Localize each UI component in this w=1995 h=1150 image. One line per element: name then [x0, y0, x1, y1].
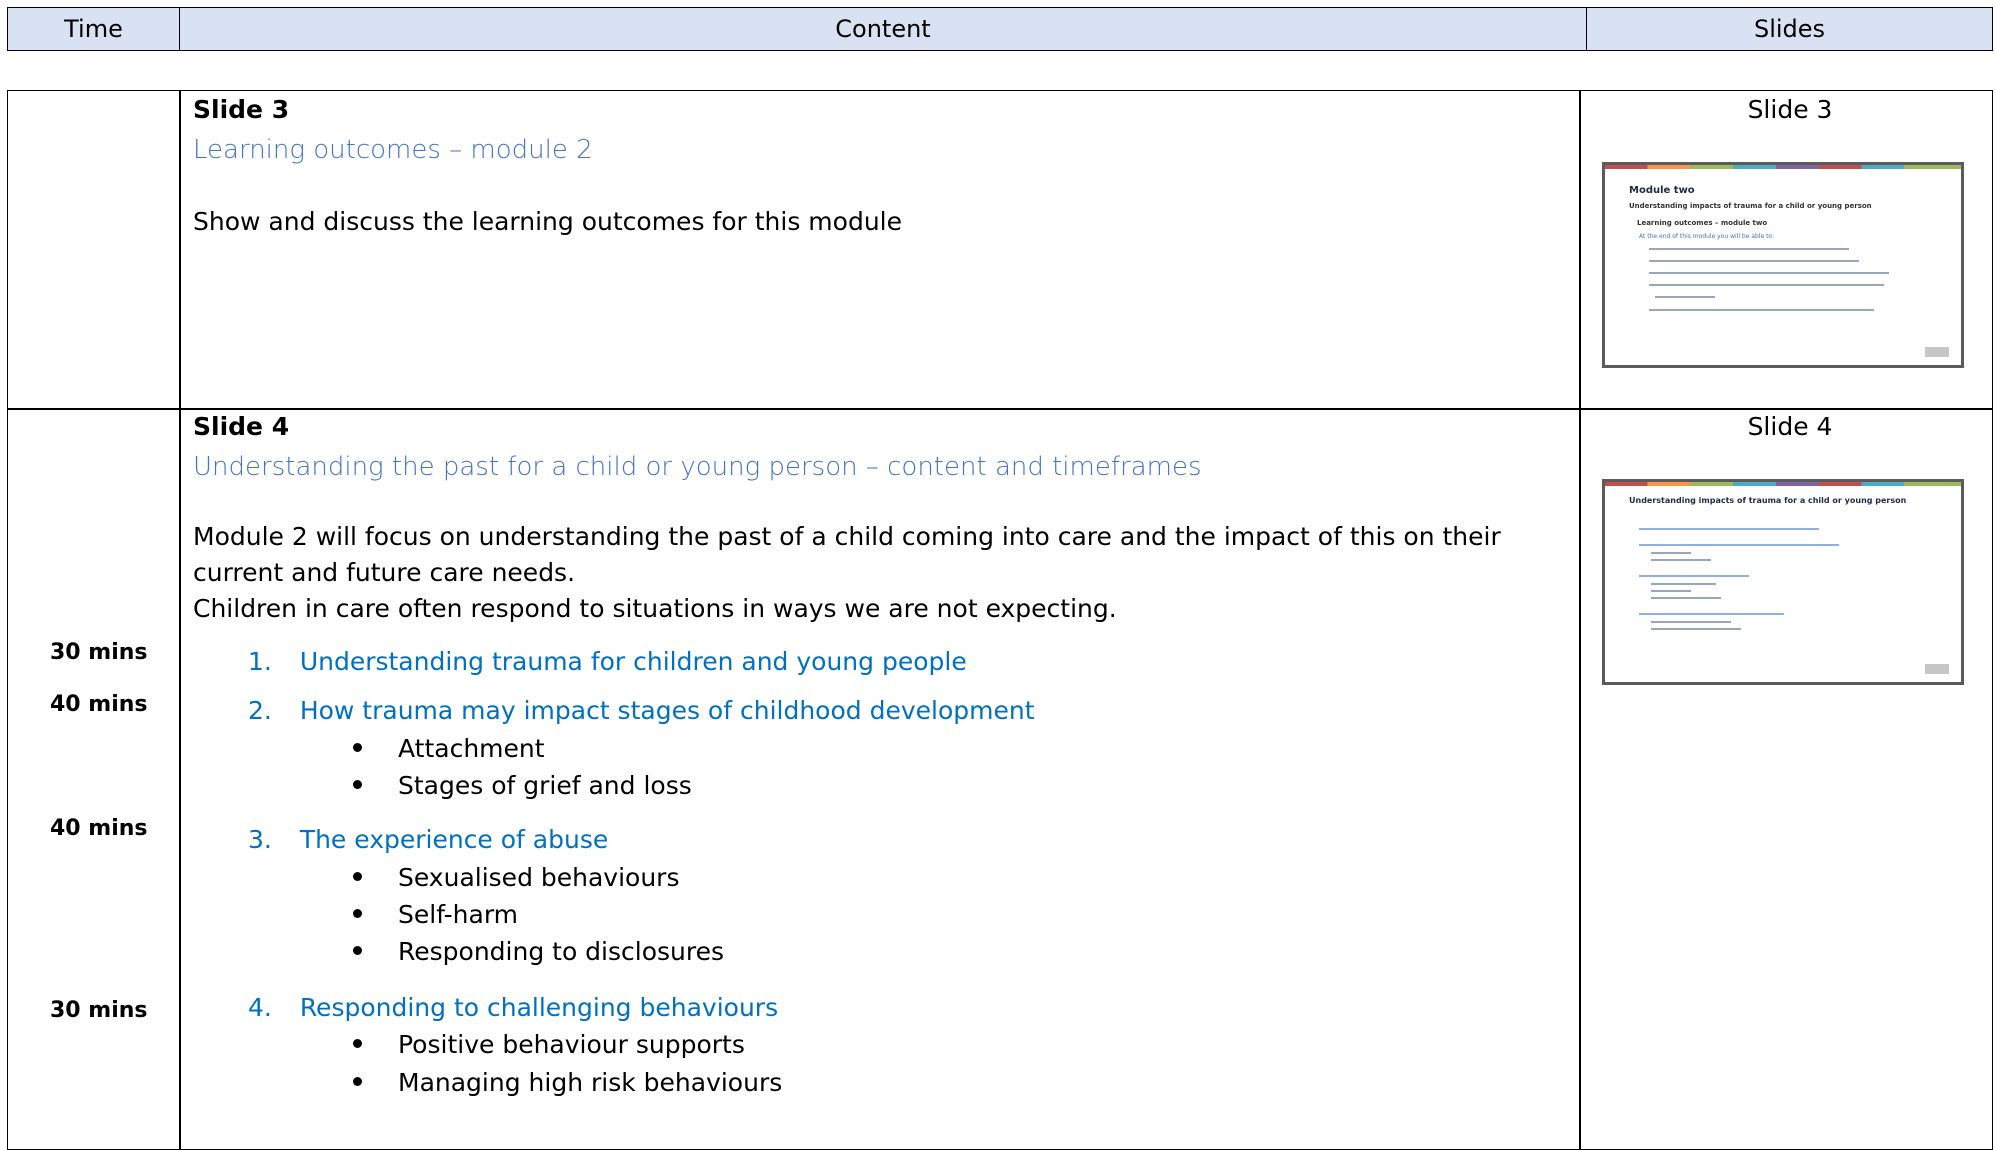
government-logo — [1925, 347, 1949, 357]
item-1-number: 1. — [248, 647, 272, 676]
slide-4-subheading: Understanding the past for a child or yo… — [193, 452, 1202, 482]
item-2: 2. How trauma may impact stages of child… — [248, 696, 1035, 725]
item-1: 1. Understanding trauma for children and… — [248, 647, 967, 676]
thumbnail-section: Learning outcomes – module two — [1637, 219, 1768, 227]
time-item-3: 40 mins — [50, 816, 148, 841]
column-divider — [179, 91, 181, 1149]
thumbnail-title: Understanding impacts of trauma for a ch… — [1629, 496, 1907, 505]
bullet-item: Self-harm — [353, 900, 518, 929]
row-divider — [8, 408, 1992, 410]
item-2-number: 2. — [248, 696, 272, 725]
thumbnail-subtitle: Understanding impacts of trauma for a ch… — [1629, 202, 1872, 210]
bullet-item: Sexualised behaviours — [353, 863, 679, 892]
table-header: Time Content Slides — [7, 7, 1993, 51]
item-3: 3. The experience of abuse — [248, 825, 608, 854]
time-item-4: 30 mins — [50, 998, 148, 1023]
bullet-icon — [353, 742, 362, 752]
slide-3-text: Show and discuss the learning outcomes f… — [193, 207, 902, 236]
thumbnail-title: Module two — [1629, 185, 1695, 196]
slide-4-label: Slide 4 — [193, 412, 290, 441]
bullet-icon — [353, 945, 362, 955]
bullet-item: Stages of grief and loss — [353, 771, 692, 800]
time-item-2: 40 mins — [50, 692, 148, 717]
slide-3-label: Slide 3 — [193, 95, 290, 124]
bullet-item: Positive behaviour supports — [353, 1030, 745, 1059]
bullet-item: Responding to disclosures — [353, 937, 724, 966]
slide-3-thumbnail: Module two Understanding impacts of trau… — [1602, 162, 1964, 368]
slide-4-thumbnail: Understanding impacts of trauma for a ch… — [1602, 479, 1964, 685]
bullet-icon — [353, 1076, 362, 1086]
item-4-number: 4. — [248, 993, 272, 1022]
time-item-1: 30 mins — [50, 640, 148, 665]
paragraph-2: Children in care often respond to situat… — [193, 594, 1117, 623]
header-content: Content — [180, 8, 1587, 50]
government-logo — [1925, 664, 1949, 674]
slide-3-subheading: Learning outcomes – module 2 — [193, 135, 593, 165]
bullet-icon — [353, 1038, 362, 1048]
bullet-icon — [353, 779, 362, 789]
bullet-item: Attachment — [353, 734, 545, 763]
item-1-label: Understanding trauma for children and yo… — [299, 647, 967, 676]
item-4-label: Responding to challenging behaviours — [299, 993, 779, 1022]
item-3-label: The experience of abuse — [299, 825, 609, 854]
slide-3-ref: Slide 3 — [1747, 95, 1833, 124]
item-3-number: 3. — [248, 825, 272, 854]
thumbnail-intro: At the end of this module you will be ab… — [1639, 233, 1775, 240]
item-4: 4. Responding to challenging behaviours — [248, 993, 778, 1022]
slide-4-ref: Slide 4 — [1747, 412, 1833, 441]
slide-4-paragraph: Module 2 will focus on understanding the… — [193, 519, 1563, 627]
bullet-icon — [353, 908, 362, 918]
bullet-item: Managing high risk behaviours — [353, 1068, 782, 1097]
paragraph-1: Module 2 will focus on understanding the… — [193, 522, 1501, 587]
header-time: Time — [8, 8, 180, 50]
bullet-icon — [353, 871, 362, 881]
column-divider — [1579, 91, 1581, 1149]
item-2-label: How trauma may impact stages of childhoo… — [299, 696, 1035, 725]
header-slides: Slides — [1753, 15, 1826, 43]
